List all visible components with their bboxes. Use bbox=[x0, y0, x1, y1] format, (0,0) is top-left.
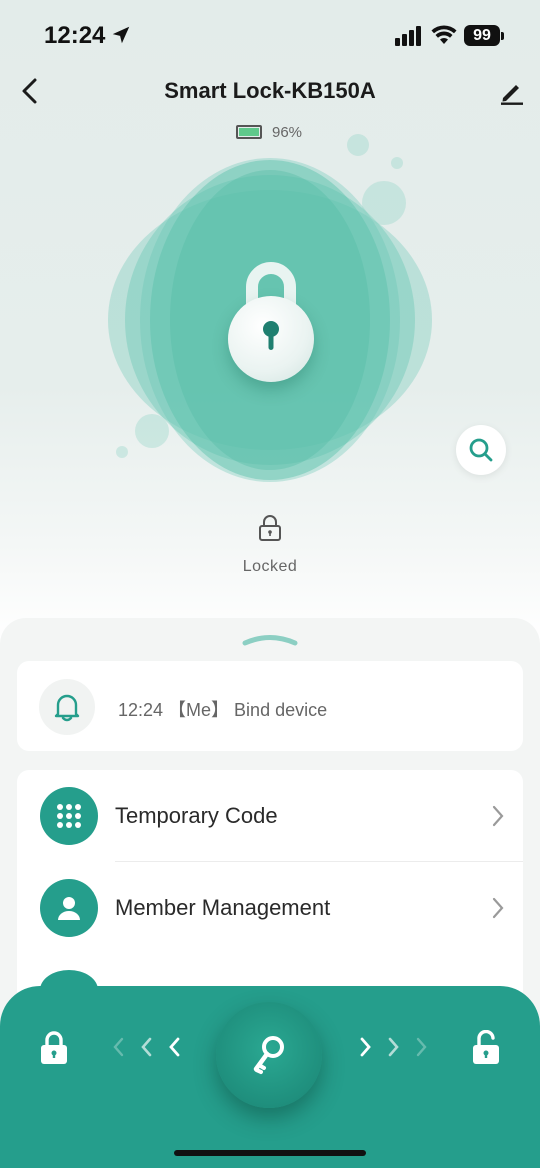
wifi-icon bbox=[431, 25, 457, 44]
status-bar: 12:24 99 bbox=[0, 0, 540, 70]
page-title: Smart Lock-KB150A bbox=[164, 78, 376, 103]
search-icon bbox=[469, 438, 493, 462]
menu-label: Temporary Code bbox=[115, 803, 278, 828]
lock-status-icon bbox=[259, 515, 281, 541]
slide-right-arrows-icon bbox=[360, 1037, 427, 1057]
menu-label: Member Management bbox=[115, 895, 331, 920]
edit-icon[interactable] bbox=[498, 78, 526, 106]
keypad-icon bbox=[57, 804, 81, 828]
chevron-right-icon bbox=[492, 897, 504, 919]
slide-left-arrows-icon bbox=[113, 1037, 180, 1057]
notification-text: 12:24 【Me】 Bind device bbox=[118, 700, 328, 720]
person-icon bbox=[58, 897, 80, 920]
bell-icon bbox=[54, 694, 80, 722]
lock-icon[interactable] bbox=[38, 1030, 70, 1066]
keyhole-icon bbox=[263, 321, 279, 350]
menu-item-member-management[interactable]: Member Management bbox=[17, 862, 523, 954]
bell-badge bbox=[39, 679, 95, 735]
unlock-icon[interactable] bbox=[470, 1030, 502, 1066]
menu-item-temporary-code[interactable]: Temporary Code bbox=[17, 770, 523, 862]
chevron-right-icon bbox=[492, 805, 504, 827]
battery-nub bbox=[501, 32, 504, 40]
cellular-signal-icon bbox=[395, 26, 421, 46]
menu-icon-badge bbox=[40, 879, 98, 937]
status-time: 12:24 bbox=[44, 22, 106, 49]
key-slider-handle[interactable] bbox=[216, 1002, 322, 1108]
notification-card[interactable]: 12:24 【Me】 Bind device bbox=[17, 661, 523, 751]
sheet-handle[interactable] bbox=[242, 632, 298, 646]
lock-status-text: Locked bbox=[242, 558, 298, 575]
key-icon bbox=[253, 1036, 284, 1074]
home-indicator[interactable] bbox=[174, 1150, 366, 1156]
menu-icon-badge bbox=[40, 787, 98, 845]
phone-battery-indicator: 99 bbox=[464, 25, 500, 46]
search-button[interactable] bbox=[456, 425, 506, 475]
location-arrow-icon bbox=[112, 26, 130, 44]
